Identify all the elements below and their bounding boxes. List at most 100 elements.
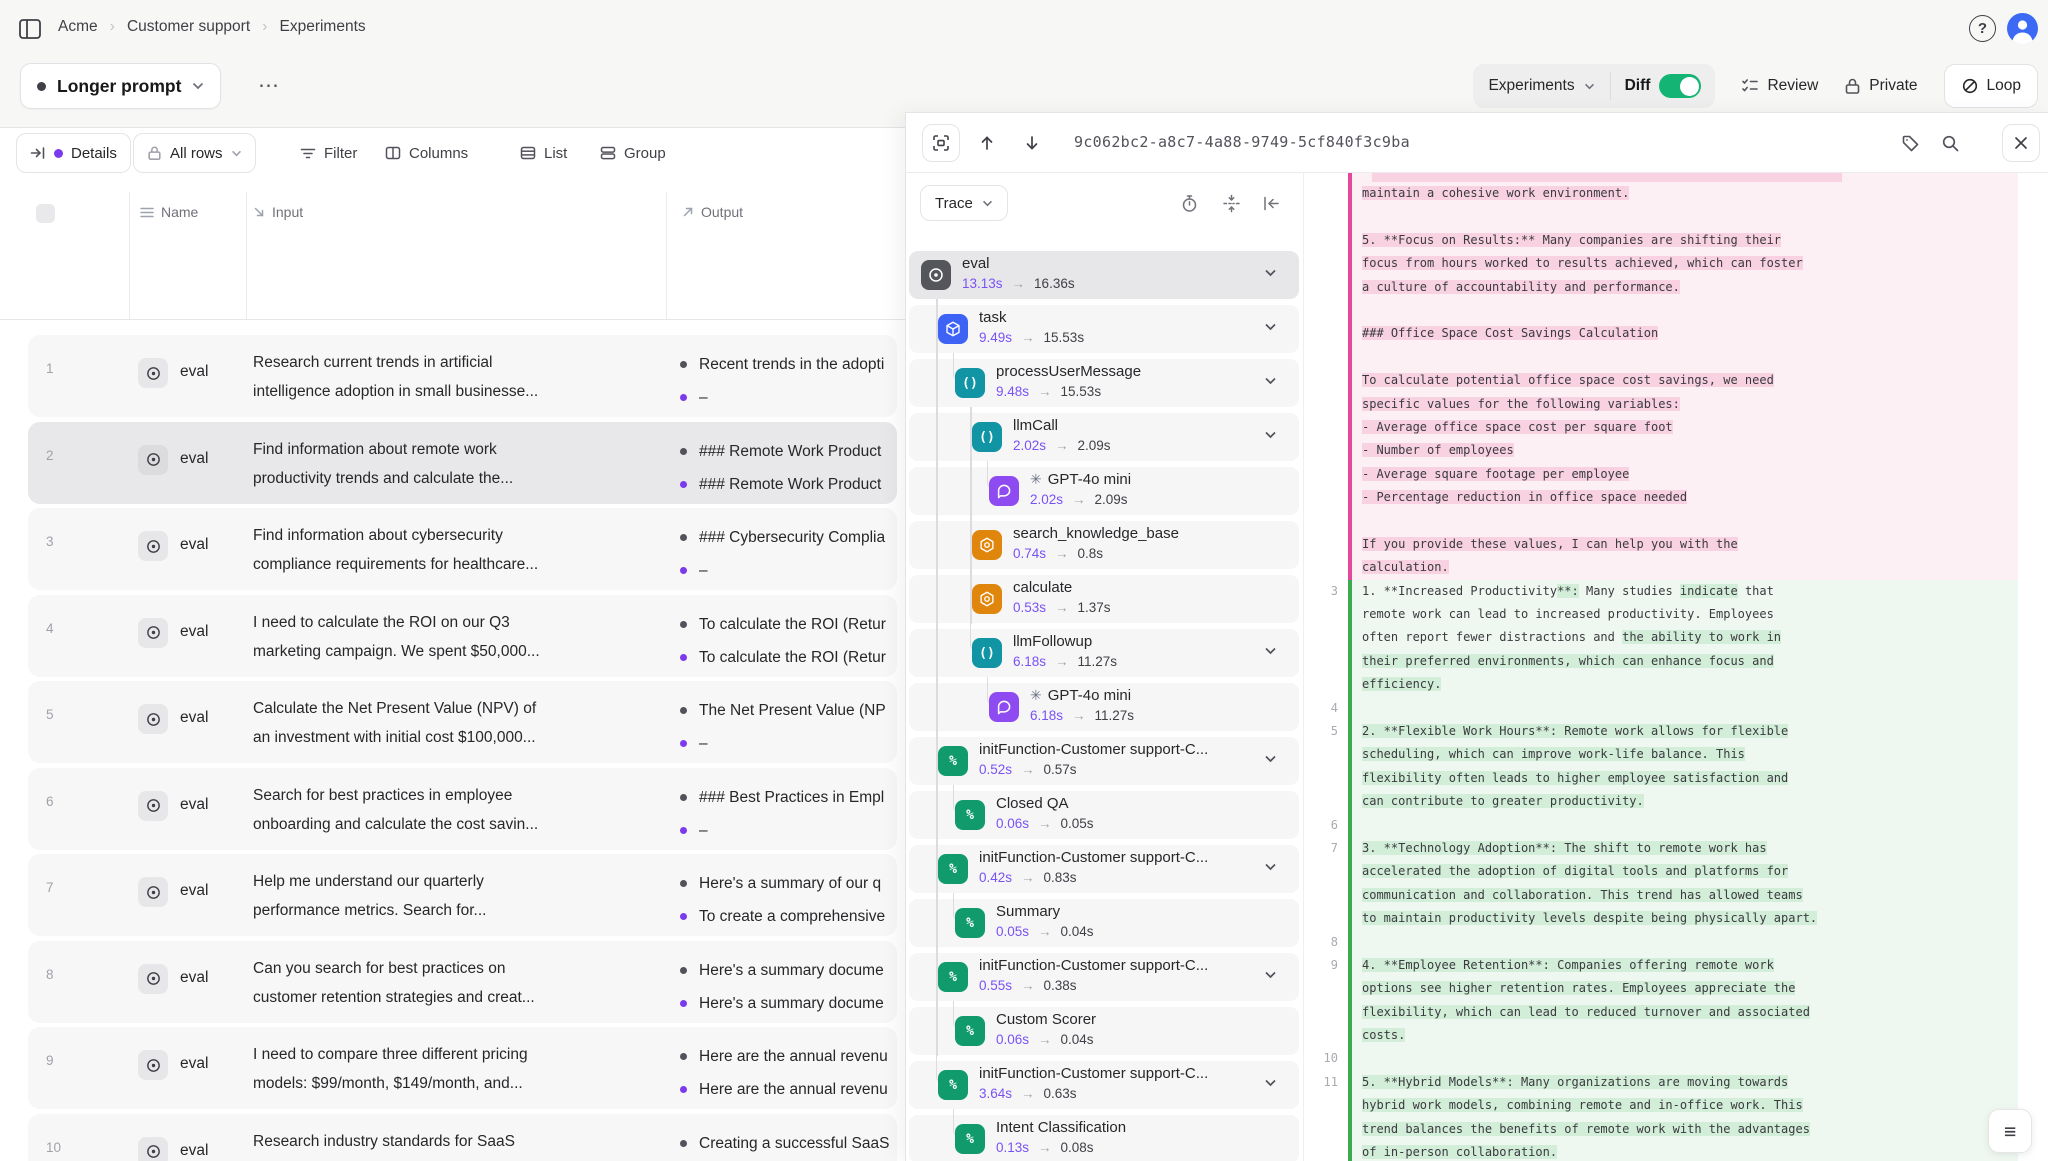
filter-button[interactable]: Filter	[300, 133, 357, 173]
private-label: Private	[1869, 77, 1917, 95]
group-icon	[600, 146, 616, 160]
trace-id[interactable]: 9c062bc2-a8c7-4a88-9749-5cf840f3c9ba	[1074, 133, 1410, 151]
table-row[interactable]: 5evalCalculate the Net Present Value (NP…	[28, 681, 897, 763]
table-row[interactable]: 4evalI need to calculate the ROI on our …	[28, 595, 897, 677]
breadcrumb-org[interactable]: Acme	[58, 18, 98, 36]
output-bullet	[680, 707, 687, 714]
chevron-down-icon[interactable]	[1264, 971, 1277, 979]
row-output: ### Cybersecurity Complia–	[680, 521, 897, 587]
chevron-down-icon[interactable]	[1264, 269, 1277, 277]
column-header-input[interactable]: Input	[253, 204, 303, 220]
list-button[interactable]: List	[520, 133, 567, 173]
output-bullet	[680, 621, 687, 628]
chevron-down-icon[interactable]	[1264, 431, 1277, 439]
diff-added-line: 115. **Hybrid Models**: Many organizatio…	[1352, 1071, 2018, 1094]
trace-span-calculate[interactable]: calculate0.53s→1.37s	[909, 575, 1299, 623]
tree-connector-line	[936, 515, 938, 570]
trace-span-llmfollowup[interactable]: ()llmFollowup6.18s→11.27s	[909, 629, 1299, 677]
trace-span-task[interactable]: task9.49s→15.53s	[909, 305, 1299, 353]
diff-removed-line: - Percentage reduction in office space n…	[1352, 486, 2018, 509]
output-bullet	[680, 448, 687, 455]
breadcrumb-section[interactable]: Experiments	[279, 18, 365, 36]
trace-span-gpt-4o-mini[interactable]: ✳GPT-4o mini6.18s→11.27s	[909, 683, 1299, 731]
chevron-down-icon[interactable]	[1264, 323, 1277, 331]
collapse-all-toggle[interactable]	[1222, 194, 1241, 213]
diff-removed-line: a culture of accountability and performa…	[1352, 276, 2018, 299]
details-button[interactable]: Details	[16, 133, 131, 173]
experiment-selector[interactable]: Longer prompt	[20, 63, 221, 109]
review-button[interactable]: Review	[1741, 77, 1818, 95]
trace-view-dropdown[interactable]: Trace	[920, 185, 1008, 221]
view-diff-group: Experiments Diff	[1473, 64, 1715, 108]
group-button[interactable]: Group	[600, 133, 666, 173]
chevron-down-icon[interactable]	[1264, 1079, 1277, 1087]
search-icon[interactable]	[1941, 134, 1960, 153]
previous-row-button[interactable]	[978, 134, 996, 152]
trace-span-summary[interactable]: %Summary0.05s→0.04s	[909, 899, 1299, 947]
duration-comparison: 15.53s	[1061, 384, 1102, 399]
chevron-down-icon[interactable]	[1264, 863, 1277, 871]
row-name: eval	[180, 709, 208, 727]
table-row[interactable]: 7evalHelp me understand our quarterlyper…	[28, 854, 897, 936]
span-name: initFunction-Customer support-C...	[979, 849, 1253, 866]
table-row[interactable]: 2evalFind information about remote workp…	[28, 422, 897, 504]
sidebar-toggle-icon[interactable]	[18, 18, 42, 40]
table-row[interactable]: 3evalFind information about cybersecurit…	[28, 508, 897, 590]
trace-span-gpt-4o-mini[interactable]: ✳GPT-4o mini2.02s→2.09s	[909, 467, 1299, 515]
view-selector[interactable]: Experiments	[1473, 77, 1609, 95]
arrow-right-icon: →	[1072, 708, 1086, 723]
trace-span-initfunction-customer-support-c-[interactable]: %initFunction-Customer support-C...0.42s…	[909, 845, 1299, 893]
trace-span-initfunction-customer-support-c-[interactable]: %initFunction-Customer support-C...0.52s…	[909, 737, 1299, 785]
trace-span-intent-classification[interactable]: %Intent Classification0.13s→0.08s	[909, 1115, 1299, 1161]
table-row[interactable]: 9evalI need to compare three different p…	[28, 1027, 897, 1109]
close-panel-button[interactable]	[2002, 124, 2040, 162]
table-row[interactable]: 6evalSearch for best practices in employ…	[28, 768, 897, 850]
output-bullet	[680, 361, 687, 368]
diff-removed-line: maintain a cohesive work environment.	[1352, 182, 2018, 205]
output-bullet	[680, 567, 687, 574]
timing-toggle[interactable]	[1180, 194, 1199, 213]
expand-fullscreen-button[interactable]	[922, 124, 960, 162]
row-number: 9	[46, 1053, 54, 1068]
columns-button[interactable]: Columns	[385, 133, 468, 173]
trace-span-search-knowledge-base[interactable]: search_knowledge_base0.74s→0.8s	[909, 521, 1299, 569]
breadcrumb-project[interactable]: Customer support	[127, 18, 250, 36]
chevron-down-icon[interactable]	[1264, 377, 1277, 385]
toggle-raw-button[interactable]: ≡	[1988, 1109, 2032, 1153]
select-all-checkbox[interactable]	[36, 204, 55, 223]
group-label: Group	[624, 145, 666, 162]
more-menu-button[interactable]: ⋯	[258, 73, 280, 98]
loop-button[interactable]: Loop	[1944, 64, 2038, 108]
help-icon[interactable]: ?	[1969, 15, 1996, 42]
chevron-down-icon[interactable]	[1264, 755, 1277, 763]
trace-span-initfunction-customer-support-c-[interactable]: %initFunction-Customer support-C...0.55s…	[909, 953, 1299, 1001]
span-name: initFunction-Customer support-C...	[979, 1065, 1253, 1082]
columns-label: Columns	[409, 145, 468, 162]
table-row[interactable]: 8evalCan you search for best practices o…	[28, 941, 897, 1023]
diff-added-line: 94. **Employee Retention**: Companies of…	[1352, 954, 2018, 977]
tag-icon[interactable]	[1901, 134, 1920, 153]
user-avatar[interactable]	[2007, 13, 2038, 44]
private-button[interactable]: Private	[1844, 77, 1917, 95]
table-row[interactable]: 1evalResearch current trends in artifici…	[28, 335, 897, 417]
rows-filter-dropdown[interactable]: All rows	[133, 133, 256, 173]
next-row-button[interactable]	[1023, 134, 1041, 152]
trace-span-eval[interactable]: eval13.13s→16.36s	[909, 251, 1299, 299]
column-header-name[interactable]: Name	[140, 204, 198, 220]
chevron-down-icon[interactable]	[1264, 647, 1277, 655]
table-row[interactable]: 10evalResearch industry standards for Sa…	[28, 1114, 897, 1161]
scorer-icon: %	[955, 1124, 985, 1154]
trace-span-custom-scorer[interactable]: %Custom Scorer0.06s→0.04s	[909, 1007, 1299, 1055]
table-header: Name Input Output	[0, 188, 905, 320]
trace-span-llmcall[interactable]: ()llmCall2.02s→2.09s	[909, 413, 1299, 461]
trace-span-initfunction-customer-support-c-[interactable]: %initFunction-Customer support-C...3.64s…	[909, 1061, 1299, 1109]
duration-comparison: 16.36s	[1034, 276, 1075, 291]
diff-content[interactable]: maintain a cohesive work environment.5. …	[1304, 173, 2048, 1161]
tree-connector-line	[936, 569, 938, 624]
collapse-panel-toggle[interactable]	[1262, 194, 1281, 213]
column-header-output[interactable]: Output	[682, 204, 743, 220]
row-number: 3	[46, 534, 54, 549]
diff-toggle[interactable]	[1659, 74, 1701, 98]
trace-span-processusermessage[interactable]: ()processUserMessage9.48s→15.53s	[909, 359, 1299, 407]
trace-span-closed-qa[interactable]: %Closed QA0.06s→0.05s	[909, 791, 1299, 839]
